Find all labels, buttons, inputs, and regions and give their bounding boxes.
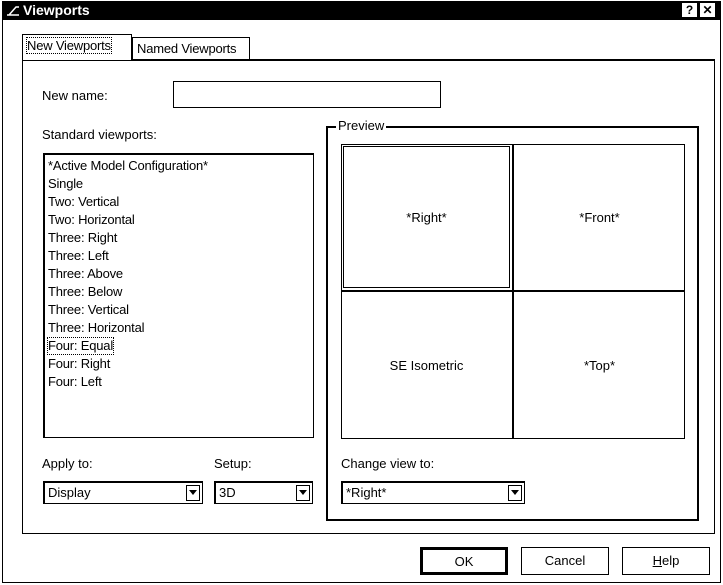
tab-new-viewports-label: New Viewports [26,37,112,54]
list-item[interactable]: Three: Vertical [48,302,129,318]
change-view-value: *Right* [346,485,387,500]
viewport-top-left[interactable]: *Right* [341,144,512,290]
viewport-top-right-label: *Front* [579,209,620,225]
cancel-button[interactable]: Cancel [521,547,609,575]
standard-viewports-list[interactable]: *Active Model Configuration* Single Two:… [43,153,314,438]
tab-named-viewports-label: Named Viewports [137,41,237,56]
apply-to-value: Display [48,485,91,500]
list-item[interactable]: *Active Model Configuration* [48,158,208,174]
viewport-bottom-right[interactable]: *Top* [514,292,685,439]
tab-named-viewports[interactable]: Named Viewports [132,37,250,59]
viewport-bottom-left-label: SE Isometric [389,358,464,373]
preview-divider-horizontal [341,290,685,292]
help-button[interactable]: Help [622,547,710,575]
list-item[interactable]: Three: Below [48,284,122,300]
setup-label: Setup: [214,456,252,471]
ok-button[interactable]: OK [420,547,508,575]
list-item[interactable]: Three: Horizontal [48,320,145,336]
list-item-selected[interactable]: Four: Equal [46,337,115,355]
chevron-down-icon[interactable] [296,485,310,501]
new-name-label: New name: [42,88,108,103]
window-title: Viewports [23,2,90,18]
preview-group-label: Preview [336,118,387,133]
viewport-top-right[interactable]: *Front* [514,144,685,290]
chevron-down-icon[interactable] [508,485,522,501]
list-item[interactable]: Three: Left [48,248,109,264]
help-button-label: elp [662,553,680,568]
setup-value: 3D [219,485,236,500]
list-item[interactable]: Two: Vertical [48,194,119,210]
list-item[interactable]: Two: Horizontal [48,212,135,228]
change-view-label: Change view to: [341,456,435,471]
list-item[interactable]: Four: Right [48,356,110,372]
new-name-field[interactable] [173,81,441,108]
tab-new-viewports[interactable]: New Viewports [22,34,132,60]
standard-viewports-label: Standard viewports: [42,127,157,142]
list-item[interactable]: Four: Left [48,374,102,390]
apply-to-select[interactable]: Display [43,481,203,504]
viewports-app-icon [7,6,19,16]
title-bar[interactable]: Viewports ? ✕ [2,1,721,20]
setup-select[interactable]: 3D [214,481,313,504]
viewport-bottom-right-label: *Top* [583,358,616,373]
help-button-mnemonic: H [652,553,663,568]
title-help-button[interactable]: ? [682,3,697,17]
viewport-bottom-left[interactable]: SE Isometric [341,292,512,439]
list-item[interactable]: Three: Above [48,266,123,282]
chevron-down-icon[interactable] [186,485,200,501]
apply-to-label: Apply to: [42,456,93,471]
list-item[interactable]: Three: Right [48,230,117,246]
change-view-select[interactable]: *Right* [341,481,525,504]
title-close-button[interactable]: ✕ [700,3,715,17]
active-viewport-frame [343,146,510,288]
list-item[interactable]: Single [48,176,83,192]
